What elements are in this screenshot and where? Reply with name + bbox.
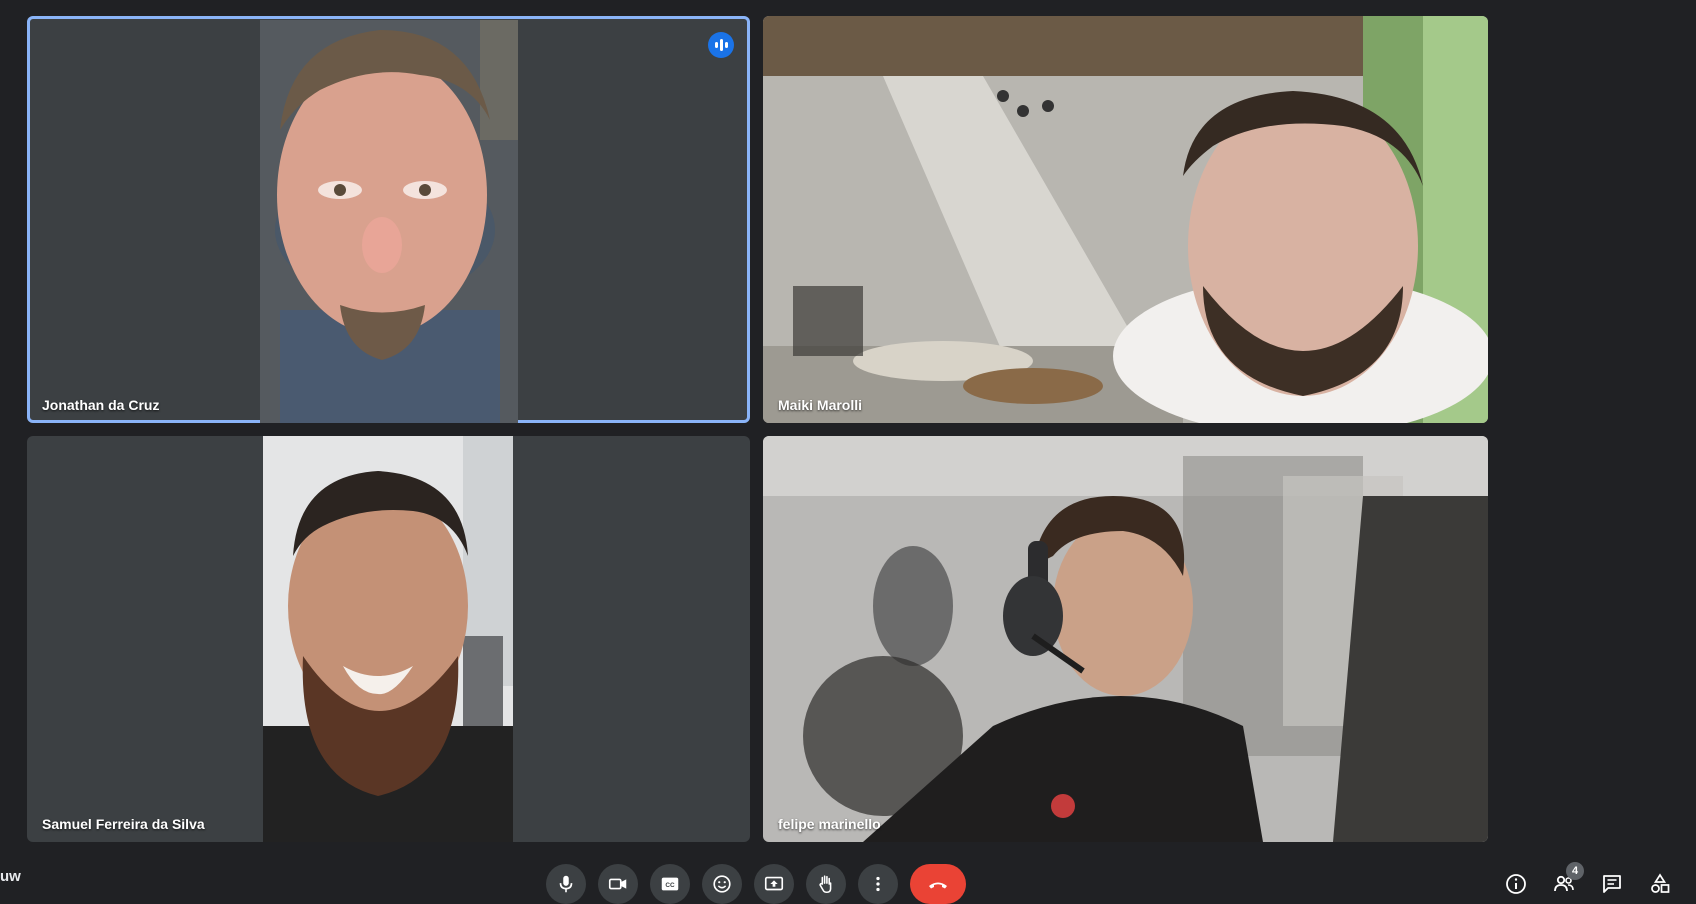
people-button[interactable]: 4 <box>1550 862 1584 898</box>
participant-tile-felipe[interactable]: felipe marinello <box>763 436 1488 842</box>
participant-name: Maiki Marolli <box>778 397 863 413</box>
raise-hand-button[interactable] <box>806 864 846 904</box>
participant-video-jonathan <box>260 20 518 423</box>
svg-text:CC: CC <box>665 882 675 889</box>
participant-video-samuel-image <box>263 436 513 842</box>
camera-button[interactable] <box>598 864 638 904</box>
present-button[interactable] <box>754 864 794 904</box>
meet-stage: Jonathan da Cruz Maiki Marolli Samuel Fe… <box>0 0 1696 904</box>
chat-button[interactable] <box>1598 870 1626 898</box>
captions-button[interactable]: CC <box>650 864 690 904</box>
participant-count-badge: 4 <box>1566 862 1584 880</box>
reactions-button[interactable] <box>702 864 742 904</box>
participant-video-felipe <box>763 436 1488 842</box>
speaking-indicator-icon <box>708 32 734 58</box>
meeting-toolbar: uw CC 4 <box>0 848 1696 904</box>
meeting-details-button[interactable] <box>1502 870 1530 898</box>
present-screen-icon <box>764 876 784 891</box>
hand-icon <box>819 875 832 894</box>
participant-name: felipe marinello <box>778 816 881 832</box>
microphone-button[interactable] <box>546 864 586 904</box>
activities-icon <box>1651 873 1670 893</box>
participant-video-jonathan-image <box>260 20 518 423</box>
participant-name: Samuel Ferreira da Silva <box>42 816 205 832</box>
more-vert-icon <box>876 876 880 892</box>
chat-icon <box>1603 875 1621 893</box>
participant-tile-samuel[interactable]: Samuel Ferreira da Silva <box>27 436 750 842</box>
participant-video-maiki <box>763 16 1488 423</box>
leave-call-button[interactable] <box>910 864 966 904</box>
camera-icon <box>608 878 627 890</box>
call-end-icon <box>929 882 947 889</box>
mic-icon <box>559 875 573 893</box>
emoji-icon <box>713 875 731 893</box>
more-options-button[interactable] <box>858 864 898 904</box>
meeting-code: uw <box>0 868 21 885</box>
closed-captions-icon: CC <box>661 877 679 891</box>
participant-tile-maiki[interactable]: Maiki Marolli <box>763 16 1488 423</box>
participant-tile-jonathan[interactable]: Jonathan da Cruz <box>27 16 750 423</box>
info-icon <box>1506 874 1526 894</box>
participant-name: Jonathan da Cruz <box>42 397 160 413</box>
participant-video-samuel <box>263 436 513 842</box>
activities-button[interactable] <box>1646 870 1674 898</box>
